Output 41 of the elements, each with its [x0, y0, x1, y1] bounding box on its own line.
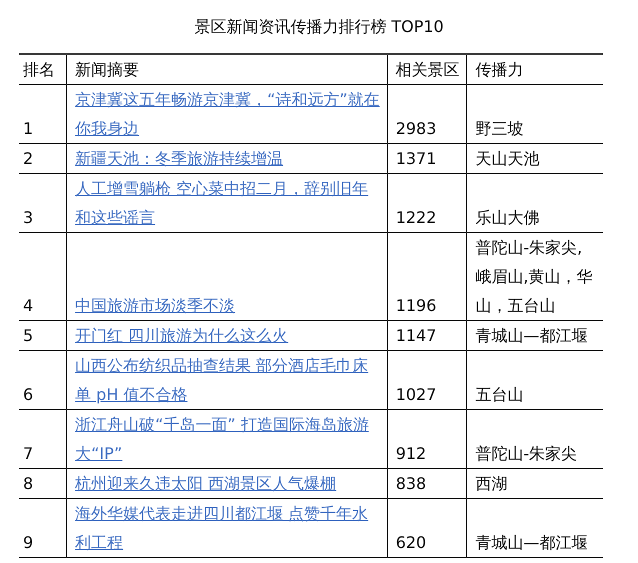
headline-link[interactable]: 海外华媒代表走进四川都江堰 点赞千年水利工程 [75, 499, 381, 557]
rank-cell: 5 [19, 320, 67, 350]
table-cell-text: 天山天池 [475, 148, 540, 170]
table-cell: 1027 [387, 350, 467, 410]
table-cell: 912 [387, 410, 467, 468]
rank-cell: 2 [19, 144, 67, 174]
rank-cell: 7 [19, 410, 67, 468]
table-cell: 838 [387, 468, 467, 498]
table-cell-text: 乐山大佛 [475, 207, 540, 229]
table-cell-text: 青城山—都江堰 [475, 532, 588, 554]
column-header: 相关景区 [387, 54, 467, 84]
rank-cell: 4 [19, 232, 67, 320]
table-cell: 1196 [387, 232, 467, 320]
rank-cell: 9 [19, 498, 67, 558]
headline-link[interactable]: 浙江舟山破“千岛一面” 打造国际海岛旅游大“IP” [75, 410, 381, 468]
table-cell-text: 西湖 [475, 473, 508, 495]
headline-link[interactable]: 杭州迎来久违太阳 西湖景区人气爆棚 [75, 469, 381, 498]
table-cell: 620 [387, 498, 467, 558]
table-cell-text: 青城山—都江堰 [475, 325, 588, 347]
table-cell: 2983 [387, 84, 467, 144]
column-header: 新闻摘要 [66, 54, 388, 84]
rank-cell: 1 [19, 84, 67, 144]
table-title: 景区新闻资讯传播力排行榜 TOP10 [193, 17, 445, 37]
table-cell: 1371 [387, 144, 467, 174]
rank-cell: 8 [19, 468, 67, 498]
headline-link[interactable]: 新疆天池：冬季旅游持续增温 [75, 144, 381, 173]
rank-cell: 6 [19, 350, 67, 410]
table-cell-text: 五台山 [475, 384, 524, 406]
table-cell-text: 普陀山-朱家尖 [475, 443, 578, 465]
headline-link[interactable]: 开门红 四川旅游为什么这么火 [75, 321, 381, 350]
headline-link[interactable]: 山西公布纺织品抽查结果 部分酒店毛巾床单 pH 值不合格 [75, 351, 381, 409]
column-header: 传播力 [466, 54, 603, 84]
headline-link[interactable]: 中国旅游市场淡季不淡 [75, 291, 381, 320]
headline-link[interactable]: 京津冀这五年畅游京津冀，“诗和远方”就在你我身边 [75, 85, 381, 143]
rank-cell: 3 [19, 174, 67, 232]
table-cell-text: 普陀山-朱家尖,峨眉山,黄山，华山，五台山 [475, 237, 594, 317]
headline-link[interactable]: 人工增雪躺枪 空心菜中招二月，辞别旧年和这些谣言 [75, 174, 381, 232]
column-header: 排名 [19, 54, 67, 84]
table-cell: 1222 [387, 174, 467, 232]
table-cell: 1147 [387, 320, 467, 350]
table-cell-text: 野三坡 [475, 118, 524, 140]
